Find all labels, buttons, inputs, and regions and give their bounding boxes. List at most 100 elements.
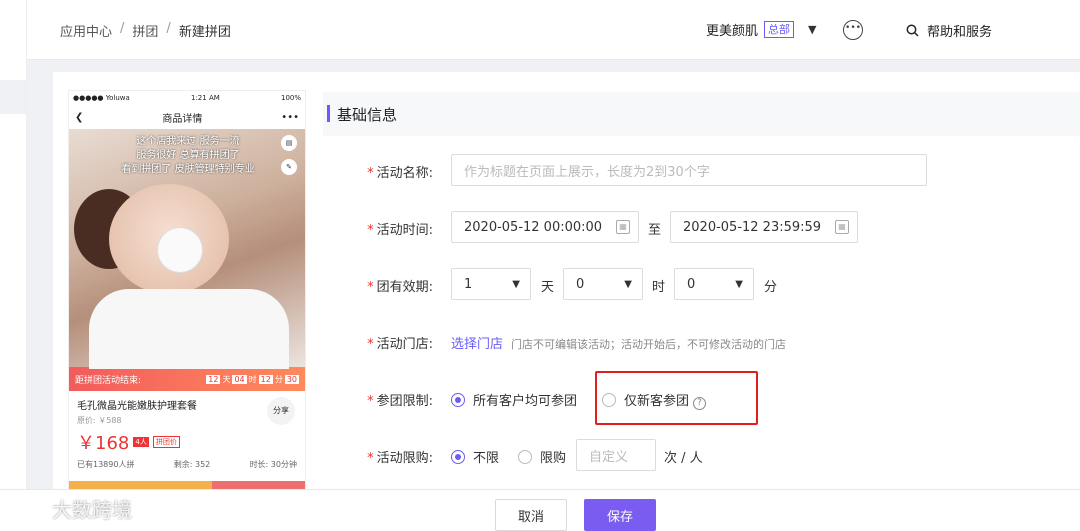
watermark-logo-icon	[6, 495, 46, 522]
activity-name-placeholder: 作为标题在页面上展示，长度为2到30个字	[464, 164, 710, 180]
calendar-icon[interactable]: ▦	[835, 220, 849, 234]
product-title: 毛孔微晶光能嫩肤护理套餐	[77, 401, 197, 412]
validity-label-text: 团有效期:	[376, 280, 433, 295]
highlight-box	[595, 371, 758, 425]
store-switcher[interactable]: 更美颜肌 总部 ▼	[706, 20, 816, 39]
countdown-unit: 天	[222, 374, 231, 384]
radio-checked-icon[interactable]	[451, 393, 465, 407]
search-icon	[906, 24, 919, 37]
breadcrumb-item-group-buy[interactable]: 拼团	[132, 21, 158, 40]
end-time-value: 2020-05-12 23:59:59	[683, 219, 822, 235]
help-menu[interactable]: 帮助和服务	[906, 21, 992, 40]
countdown-days: 12	[206, 374, 221, 384]
image-slogan: 这个店我来过 服务一流 服务很好 总算有拼团了 看到拼团了 皮肤管理特别专业	[69, 135, 305, 177]
purchase-custom-input[interactable]: 自定义	[576, 439, 656, 471]
limit-all-label: 所有客户均可参团	[473, 394, 578, 409]
required-mark: *	[367, 223, 374, 238]
countdown-seconds: 30	[284, 374, 299, 384]
slogan-line: 这个店我来过 服务一流	[136, 136, 240, 147]
image-fav-icon: ▤	[281, 135, 297, 151]
purchase-custom-placeholder: 自定义	[589, 449, 629, 465]
store-label-text: 活动门店:	[376, 337, 433, 352]
validity-hour-select[interactable]: 0 ▼	[563, 268, 643, 300]
purchase-unlimited-option[interactable]: 不限	[451, 447, 499, 466]
product-stats: 已有13890人拼 剩余: 352 时长: 30分钟	[77, 459, 297, 470]
back-icon: ❮	[75, 111, 84, 123]
purchase-limit-label: * 活动限购:	[323, 447, 433, 466]
watermark-text: 大数跨境	[52, 498, 132, 522]
participation-limit-label: * 参团限制:	[323, 390, 433, 409]
activity-name-label: * 活动名称:	[323, 162, 433, 181]
share-icon: 分享	[267, 397, 295, 425]
validity-minute-select[interactable]: 0 ▼	[674, 268, 754, 300]
purchase-unlimited-label: 不限	[473, 451, 500, 466]
activity-name-label-text: 活动名称:	[376, 166, 433, 181]
start-time-value: 2020-05-12 00:00:00	[464, 219, 603, 235]
required-mark: *	[367, 166, 374, 181]
stat-time: 时长: 30分钟	[249, 460, 297, 469]
phone-preview: ●●●●● Yoluwa 1:21 AM 100% ❮ 商品详情 ••• 这个店…	[68, 90, 306, 490]
more-icon: •••	[281, 111, 299, 123]
purchase-limit-option[interactable]: 限购	[518, 447, 566, 466]
phone-carrier: ●●●●● Yoluwa	[73, 94, 130, 102]
required-mark: *	[367, 451, 374, 466]
save-button[interactable]: 保存	[584, 499, 656, 531]
radio-unchecked-icon[interactable]	[518, 450, 532, 464]
message-icon[interactable]: •••	[843, 20, 863, 40]
radio-checked-icon[interactable]	[451, 450, 465, 464]
end-time-input[interactable]: 2020-05-12 23:59:59 ▦	[670, 211, 858, 243]
product-price: ￥168	[77, 433, 130, 454]
countdown-label: 距拼团活动结束:	[75, 375, 142, 386]
activity-time-label: * 活动时间:	[323, 219, 433, 238]
caret-down-icon: ▼	[512, 279, 520, 290]
cancel-button[interactable]: 取消	[495, 499, 567, 531]
stat-sold: 已有13890人拼	[77, 460, 135, 469]
required-mark: *	[367, 337, 374, 352]
countdown-banner: 距拼团活动结束: 12 天 04 时 12 分 30	[69, 367, 305, 391]
phone-status-bar: ●●●●● Yoluwa 1:21 AM 100%	[69, 91, 305, 105]
caret-down-icon[interactable]: ▼	[808, 23, 816, 36]
breadcrumb-item-current: 新建拼团	[178, 25, 231, 40]
limit-all-option[interactable]: 所有客户均可参团	[451, 390, 577, 409]
activity-time-label-text: 活动时间:	[376, 223, 433, 238]
product-info: 毛孔微晶光能嫩肤护理套餐 原价: ￥588 ￥168 4人 拼团价 已有1389…	[69, 391, 305, 476]
sidebar-active-item[interactable]	[0, 80, 26, 114]
slogan-line: 看到拼团了 皮肤管理特别专业	[121, 164, 255, 175]
phone-time: 1:21 AM	[191, 94, 220, 102]
validity-hour-value: 0	[576, 276, 585, 292]
calendar-icon[interactable]: ▦	[616, 220, 630, 234]
image-cotton-pad	[157, 227, 203, 273]
store-row: 选择门店 门店不可编辑该活动；活动开始后，不可修改活动的门店	[451, 333, 786, 352]
breadcrumb-separator: /	[120, 21, 125, 36]
validity-minute-value: 0	[687, 276, 696, 292]
countdown-timer: 12 天 04 时 12 分 30	[206, 374, 299, 385]
countdown-unit: 分	[274, 374, 283, 384]
validity-label: * 团有效期:	[323, 276, 433, 295]
image-towel	[89, 289, 289, 369]
image-edit-icon: ✎	[281, 159, 297, 175]
validity-day-value: 1	[464, 276, 473, 292]
purchase-limit-option-label: 限购	[540, 451, 567, 466]
start-time-input[interactable]: 2020-05-12 00:00:00 ▦	[451, 211, 639, 243]
day-unit: 天	[541, 280, 555, 295]
product-image: 这个店我来过 服务一流 服务很好 总算有拼团了 看到拼团了 皮肤管理特别专业 ▤…	[69, 129, 305, 369]
section-title-text: 基础信息	[337, 105, 398, 124]
countdown-hours: 04	[232, 374, 247, 384]
phone-nav-title: 商品详情	[162, 113, 203, 125]
store-hint: 门店不可编辑该活动；活动开始后，不可修改活动的门店	[511, 338, 787, 351]
caret-down-icon: ▼	[735, 279, 743, 290]
purchase-limit-label-text: 活动限购:	[376, 451, 433, 466]
required-mark: *	[367, 280, 374, 295]
validity-day-select[interactable]: 1 ▼	[451, 268, 531, 300]
breadcrumb-separator: /	[166, 21, 171, 36]
participation-limit-label-text: 参团限制:	[376, 394, 433, 409]
hour-unit: 时	[652, 280, 666, 295]
breadcrumb-item-app-center[interactable]: 应用中心	[60, 21, 112, 40]
help-label: 帮助和服务	[927, 25, 993, 40]
time-range-separator: 至	[648, 223, 662, 238]
group-price-tag: 拼团价	[152, 436, 180, 448]
store-badge: 总部	[764, 21, 795, 38]
select-store-link[interactable]: 选择门店	[451, 337, 503, 352]
stat-left: 剩余: 352	[173, 460, 211, 469]
activity-name-input[interactable]: 作为标题在页面上展示，长度为2到30个字	[451, 154, 927, 186]
